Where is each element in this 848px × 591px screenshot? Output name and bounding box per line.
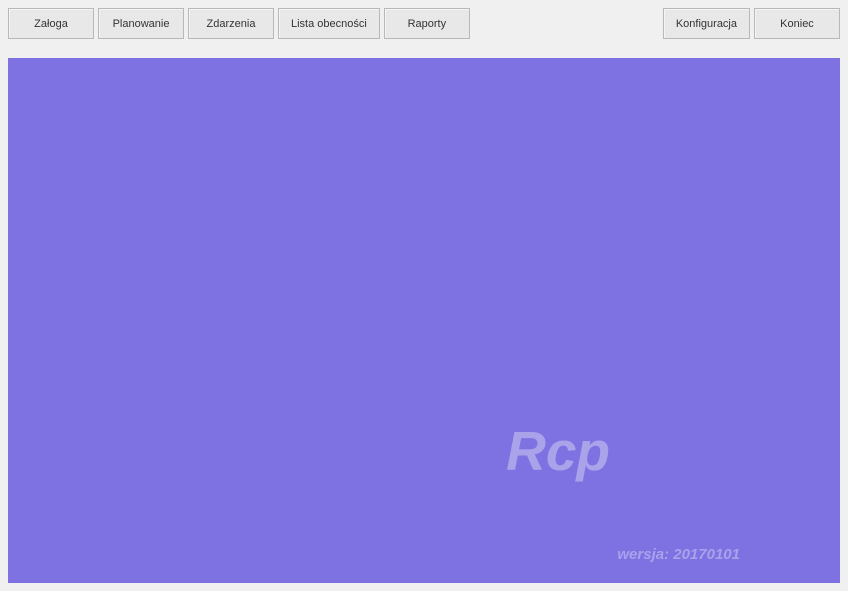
reports-button[interactable]: Raporty	[384, 8, 470, 39]
toolbar-left-group: Załoga Planowanie Zdarzenia Lista obecno…	[8, 8, 470, 40]
main-content: Rcp wersja: 20170101	[8, 58, 840, 583]
app-title: Rcp	[506, 419, 610, 483]
toolbar-right-group: Konfiguracja Koniec	[663, 8, 840, 40]
planning-button[interactable]: Planowanie	[98, 8, 184, 39]
attendance-list-button[interactable]: Lista obecności	[278, 8, 380, 39]
toolbar: Załoga Planowanie Zdarzenia Lista obecno…	[0, 0, 848, 48]
version-label: wersja: 20170101	[617, 546, 740, 563]
events-button[interactable]: Zdarzenia	[188, 8, 274, 39]
exit-button[interactable]: Koniec	[754, 8, 840, 39]
crew-button[interactable]: Załoga	[8, 8, 94, 39]
configuration-button[interactable]: Konfiguracja	[663, 8, 750, 39]
